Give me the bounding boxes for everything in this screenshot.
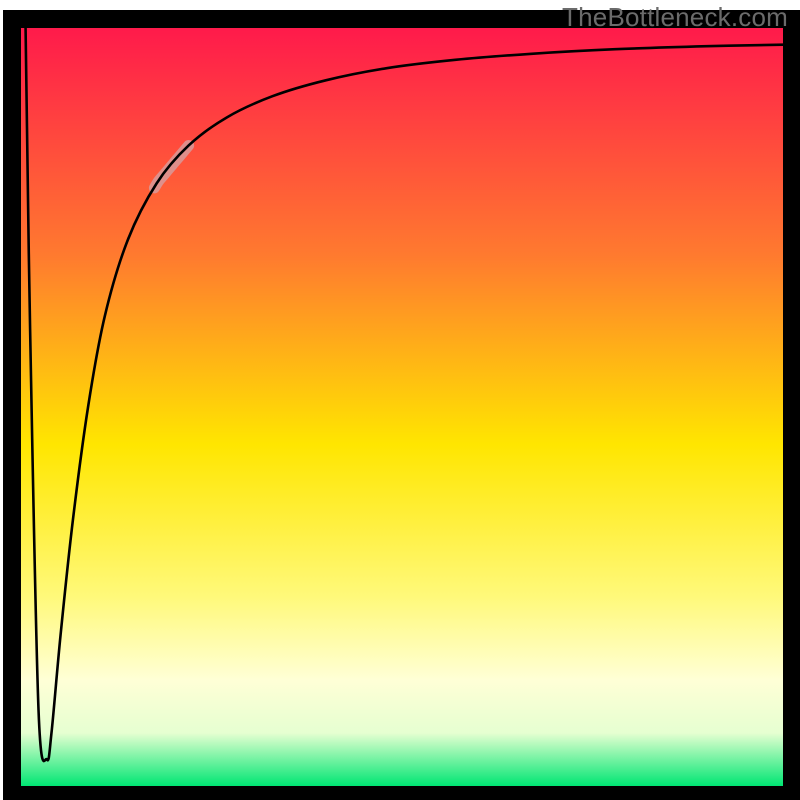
chart-canvas bbox=[0, 0, 800, 800]
bottleneck-chart: TheBottleneck.com bbox=[0, 0, 800, 800]
